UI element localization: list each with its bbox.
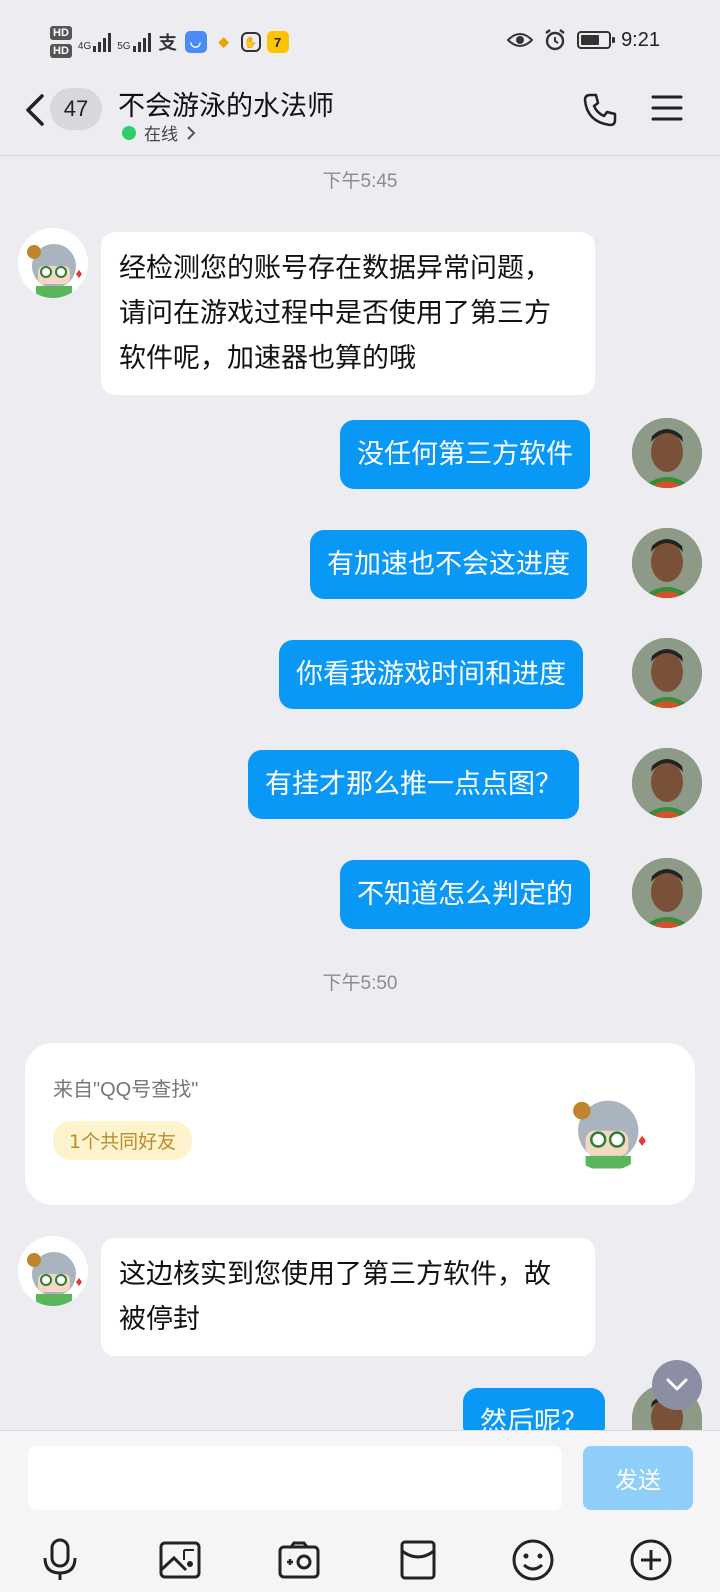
emoji-icon <box>512 1539 554 1581</box>
photo-avatar-icon <box>632 748 702 818</box>
battery-icon <box>577 31 616 49</box>
alipay-icon: 支 <box>158 33 177 53</box>
net2-label: 5G <box>117 41 131 52</box>
photo-avatar-icon <box>632 528 702 598</box>
voice-button[interactable] <box>36 1536 84 1584</box>
scroll-to-bottom-button[interactable] <box>652 1360 702 1410</box>
photo-avatar-icon <box>632 638 702 708</box>
chat-header: 47 不会游泳的水法师 在线 <box>0 80 720 156</box>
plus-circle-icon <box>630 1539 672 1581</box>
microphone-icon <box>43 1538 77 1580</box>
camera-button[interactable] <box>275 1536 323 1584</box>
app-7-icon: 7 <box>266 31 289 53</box>
outgoing-message[interactable]: 你看我游戏时间和进度 <box>279 640 583 709</box>
outgoing-message[interactable]: 有加速也不会这进度 <box>310 530 587 599</box>
status-right: 9:21 <box>507 28 660 52</box>
eye-icon <box>507 33 534 47</box>
card-avatar <box>563 1083 651 1171</box>
photo-avatar-icon <box>632 858 702 928</box>
status-left: HD HD 4G 5G 支 ◡ ◆ ✋ 7 <box>50 26 289 58</box>
my-avatar[interactable] <box>632 528 702 598</box>
app-blue-icon: ◡ <box>184 31 207 53</box>
back-chevron-icon[interactable] <box>20 90 50 130</box>
contact-avatar[interactable] <box>18 1236 88 1306</box>
my-avatar[interactable] <box>632 418 702 488</box>
my-avatar[interactable] <box>632 858 702 928</box>
unread-badge[interactable]: 47 <box>50 88 102 130</box>
phone-icon[interactable] <box>582 92 618 128</box>
menu-icon[interactable] <box>650 92 684 124</box>
status-bar: HD HD 4G 5G 支 ◡ ◆ ✋ 7 9:21 <box>0 0 720 80</box>
alarm-icon <box>545 29 565 51</box>
cartoon-avatar-icon <box>18 228 88 298</box>
incoming-message[interactable]: 经检测您的账号存在数据异常问题，请问在游戏过程中是否使用了第三方软件呢，加速器也… <box>101 232 595 395</box>
camera-icon <box>278 1541 320 1579</box>
hd1-label: HD <box>50 26 72 40</box>
signal-4g: 4G <box>77 32 112 52</box>
net1-label: 4G <box>77 41 92 52</box>
signal-bars-icon <box>132 32 151 52</box>
card-source: 来自"QQ号查找" <box>53 1079 199 1101</box>
hd2-label: HD <box>50 44 72 58</box>
chevron-down-icon <box>666 1378 688 1391</box>
app-yellow-icon: ◆ <box>218 34 229 49</box>
hd-indicator: HD HD <box>50 26 72 58</box>
online-status[interactable]: 在线 <box>122 120 196 145</box>
red-packet-icon <box>400 1540 436 1580</box>
cartoon-avatar-icon <box>573 1100 646 1169</box>
incoming-message[interactable]: 这边核实到您使用了第三方软件，故被停封 <box>101 1238 595 1356</box>
timestamp: 下午5:45 <box>322 171 398 192</box>
more-button[interactable] <box>627 1536 675 1584</box>
input-area: 发送 <box>0 1430 720 1592</box>
message-input[interactable] <box>28 1446 562 1510</box>
signal-5g: 5G <box>117 32 151 52</box>
red-packet-button[interactable] <box>394 1536 442 1584</box>
send-button[interactable]: 发送 <box>583 1446 693 1510</box>
chevron-right-icon <box>187 125 196 140</box>
outgoing-message[interactable]: 有挂才那么推一点点图？ <box>248 750 579 819</box>
cartoon-avatar-icon <box>18 1236 88 1306</box>
timestamp: 下午5:50 <box>322 973 398 994</box>
emoji-button[interactable] <box>509 1536 557 1584</box>
outgoing-message[interactable]: 没任何第三方软件 <box>340 420 590 489</box>
hand-icon: ✋ <box>240 32 261 52</box>
image-icon <box>159 1541 201 1579</box>
outgoing-message[interactable]: 不知道怎么判定的 <box>340 860 590 929</box>
input-toolbar <box>0 1536 720 1586</box>
header-actions <box>582 92 684 128</box>
contact-name[interactable]: 不会游泳的水法师 <box>118 84 334 123</box>
contact-avatar[interactable] <box>18 228 88 298</box>
online-dot-icon <box>122 125 136 140</box>
signal-bars-icon <box>93 32 112 52</box>
photo-avatar-icon <box>632 418 702 488</box>
my-avatar[interactable] <box>632 748 702 818</box>
image-button[interactable] <box>156 1536 204 1584</box>
clock: 9:21 <box>621 28 660 51</box>
mutual-friend-tag[interactable]: 1个共同好友 <box>53 1121 193 1160</box>
source-card[interactable]: 来自"QQ号查找" 1个共同好友 <box>25 1043 695 1205</box>
my-avatar[interactable] <box>632 638 702 708</box>
online-label: 在线 <box>144 125 178 145</box>
